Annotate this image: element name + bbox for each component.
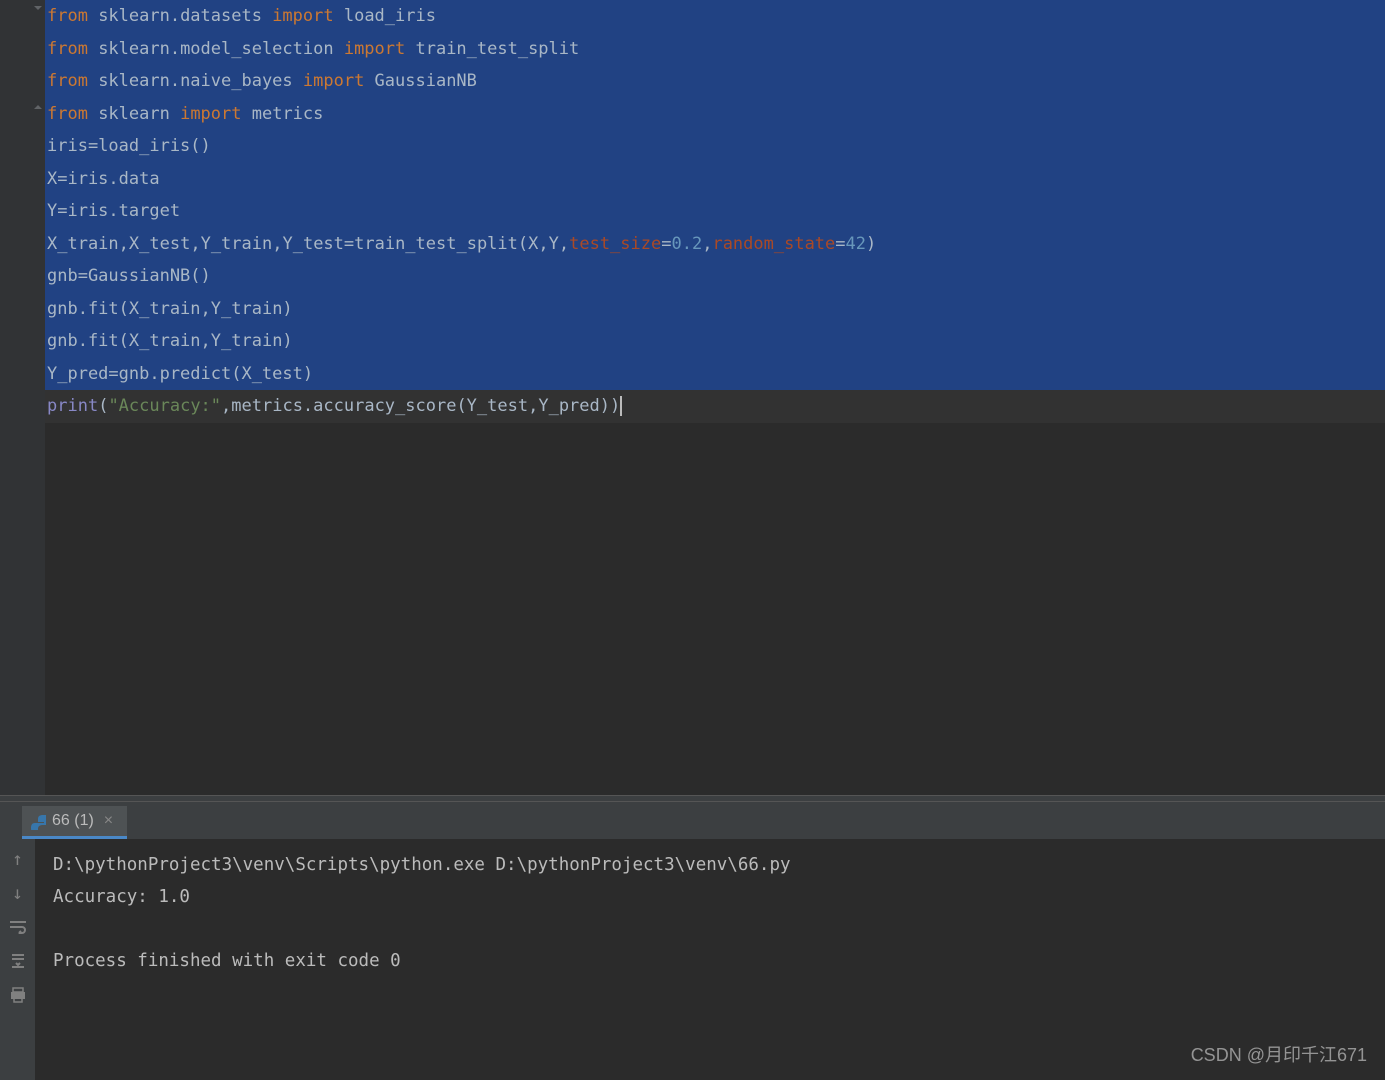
- code-pane[interactable]: from sklearn.datasets import load_irisfr…: [45, 0, 1385, 795]
- scroll-to-end-icon[interactable]: [8, 951, 28, 971]
- console-gutter: ↑ ↓: [0, 839, 35, 1080]
- code-line[interactable]: Y=iris.target: [45, 195, 1385, 228]
- fold-icon[interactable]: [32, 99, 44, 111]
- print-icon[interactable]: [8, 985, 28, 1005]
- run-tab-label: 66 (1): [52, 812, 94, 830]
- soft-wrap-icon[interactable]: [8, 917, 28, 937]
- pane-divider[interactable]: [0, 795, 1385, 802]
- editor-area: from sklearn.datasets import load_irisfr…: [0, 0, 1385, 795]
- arrow-up-icon[interactable]: ↑: [8, 849, 28, 869]
- code-line[interactable]: from sklearn.model_selection import trai…: [45, 33, 1385, 66]
- code-line[interactable]: gnb.fit(X_train,Y_train): [45, 325, 1385, 358]
- code-line[interactable]: iris=load_iris(): [45, 130, 1385, 163]
- code-line[interactable]: gnb=GaussianNB(): [45, 260, 1385, 293]
- console-area: 66 (1) × ↑ ↓ D:\pythonProject3\venv\Scri…: [0, 802, 1385, 1080]
- console-output[interactable]: D:\pythonProject3\venv\Scripts\python.ex…: [35, 839, 1385, 1080]
- arrow-down-icon[interactable]: ↓: [8, 883, 28, 903]
- run-tab[interactable]: 66 (1) ×: [22, 806, 127, 839]
- code-line[interactable]: from sklearn.datasets import load_iris: [45, 0, 1385, 33]
- fold-icon[interactable]: [32, 4, 44, 16]
- python-icon: [28, 812, 46, 830]
- code-line[interactable]: from sklearn import metrics: [45, 98, 1385, 131]
- console-tabs: 66 (1) ×: [0, 802, 1385, 839]
- watermark: CSDN @月印千江671: [1191, 1041, 1367, 1067]
- close-icon[interactable]: ×: [100, 812, 117, 830]
- code-line[interactable]: gnb.fit(X_train,Y_train): [45, 293, 1385, 326]
- code-line[interactable]: from sklearn.naive_bayes import Gaussian…: [45, 65, 1385, 98]
- code-line[interactable]: print("Accuracy:",metrics.accuracy_score…: [45, 390, 1385, 423]
- gutter: [0, 0, 45, 795]
- console-body: ↑ ↓ D:\pythonProject3\venv\Scripts\pytho…: [0, 839, 1385, 1080]
- cursor: [620, 396, 622, 416]
- code-line[interactable]: X_train,X_test,Y_train,Y_test=train_test…: [45, 228, 1385, 261]
- code-line[interactable]: X=iris.data: [45, 163, 1385, 196]
- code-line[interactable]: Y_pred=gnb.predict(X_test): [45, 358, 1385, 391]
